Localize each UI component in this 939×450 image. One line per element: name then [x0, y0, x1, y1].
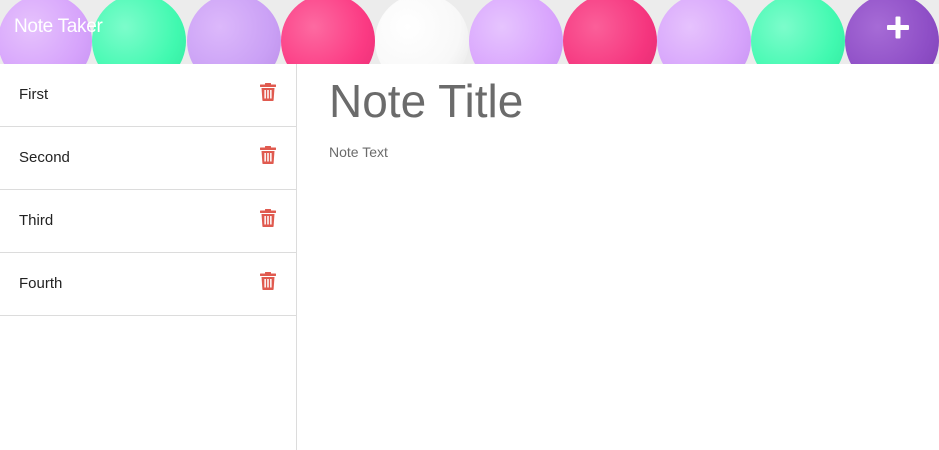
trash-icon[interactable]	[260, 83, 276, 101]
trash-icon[interactable]	[260, 209, 276, 227]
note-editor	[297, 64, 939, 450]
add-note-button[interactable]	[876, 10, 920, 46]
note-item-label: First	[19, 86, 49, 103]
trash-icon[interactable]	[260, 272, 276, 290]
note-item-label: Second	[19, 149, 70, 166]
note-list-item[interactable]: Third	[0, 190, 296, 253]
note-list-item[interactable]: Second	[0, 127, 296, 190]
header-bubble	[751, 0, 845, 64]
notes-sidebar: First Second Third Fourth	[0, 64, 297, 450]
header-bubble	[563, 0, 657, 64]
note-item-label: Fourth	[19, 275, 63, 292]
note-text-area[interactable]	[329, 144, 909, 424]
note-list-item[interactable]: Fourth	[0, 253, 296, 316]
header-bubble	[92, 0, 186, 64]
header-bubble	[375, 0, 469, 64]
header-bubble	[657, 0, 751, 64]
header-bubble	[187, 0, 281, 64]
app-title[interactable]: Note Taker	[14, 16, 103, 38]
header-bubble	[469, 0, 563, 64]
main-content: First Second Third Fourth Note Title Not…	[0, 64, 939, 450]
plus-icon	[887, 16, 909, 39]
header-bubble	[281, 0, 375, 64]
trash-icon[interactable]	[260, 146, 276, 164]
note-item-label: Third	[19, 212, 54, 229]
note-list-item[interactable]: First	[0, 64, 296, 127]
navbar: Note Taker	[0, 0, 939, 64]
note-title-input[interactable]	[329, 74, 909, 128]
